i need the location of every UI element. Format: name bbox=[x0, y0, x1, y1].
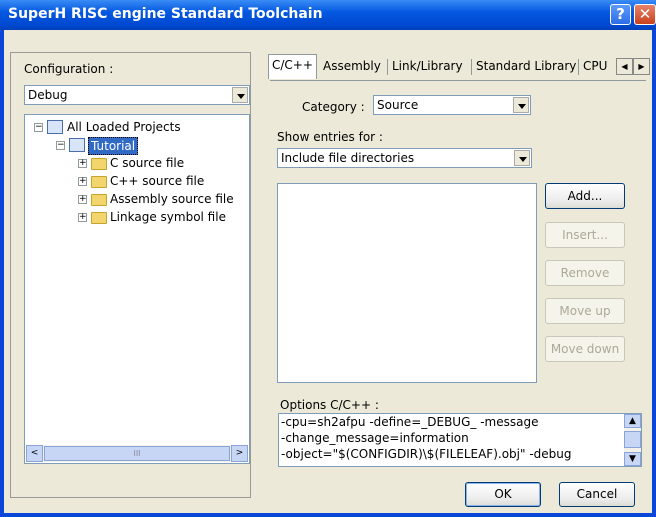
tree-item-cpp-source[interactable]: C++ source file bbox=[110, 173, 204, 189]
expand-icon[interactable]: + bbox=[78, 195, 87, 204]
scroll-up-icon[interactable]: ▲ bbox=[624, 414, 641, 428]
project-tree[interactable]: − All Loaded Projects − Tutorial + C sou… bbox=[24, 114, 250, 464]
tab-separator bbox=[578, 59, 579, 75]
tab-assembly[interactable]: Assembly bbox=[320, 56, 384, 78]
options-textarea[interactable]: -cpu=sh2afpu -define=_DEBUG_ -message -c… bbox=[278, 413, 642, 467]
tab-next-icon[interactable]: ▶ bbox=[633, 58, 650, 75]
scroll-right-button[interactable]: > bbox=[231, 445, 248, 462]
dialog-window: SuperH RISC engine Standard Toolchain ? … bbox=[0, 0, 656, 517]
help-button[interactable]: ? bbox=[610, 4, 631, 25]
options-label: Options C/C++ : bbox=[280, 398, 379, 412]
tree-item-linkage-symbol[interactable]: Linkage symbol file bbox=[110, 209, 226, 225]
tab-standard-library[interactable]: Standard Library bbox=[473, 56, 579, 78]
tree-item-all-projects[interactable]: All Loaded Projects bbox=[67, 119, 181, 135]
tab-separator bbox=[387, 59, 388, 75]
tree-item-c-source[interactable]: C source file bbox=[110, 155, 184, 171]
move-up-button[interactable]: Move up bbox=[545, 298, 625, 324]
category-select[interactable]: Source bbox=[373, 95, 531, 115]
close-button[interactable]: ✕ bbox=[634, 4, 656, 25]
options-line: -object="$(CONFIGDIR)\$(FILELEAF).obj" -… bbox=[281, 447, 572, 461]
ok-button[interactable]: OK bbox=[465, 482, 541, 507]
collapse-icon[interactable]: − bbox=[34, 123, 43, 132]
add-button[interactable]: Add... bbox=[545, 183, 625, 209]
configuration-label: Configuration : bbox=[24, 62, 114, 76]
show-entries-value: Include file directories bbox=[281, 151, 415, 165]
show-entries-label: Show entries for : bbox=[277, 130, 383, 144]
configuration-select[interactable]: Debug bbox=[24, 85, 250, 105]
chevron-down-icon[interactable] bbox=[513, 97, 529, 113]
folder-icon bbox=[91, 194, 107, 206]
category-label: Category : bbox=[302, 100, 365, 114]
expand-icon[interactable]: + bbox=[78, 177, 87, 186]
vertical-scrollbar[interactable]: ▲ ▼ bbox=[624, 414, 641, 466]
scroll-down-icon[interactable]: ▼ bbox=[624, 452, 641, 466]
show-entries-select[interactable]: Include file directories bbox=[277, 148, 532, 168]
move-down-button[interactable]: Move down bbox=[545, 336, 625, 362]
tree-item-tutorial[interactable]: Tutorial bbox=[88, 137, 139, 155]
projects-icon bbox=[47, 120, 63, 134]
folder-icon bbox=[91, 176, 107, 188]
horizontal-scrollbar[interactable]: < III > bbox=[26, 445, 248, 462]
folder-icon bbox=[91, 158, 107, 170]
title-bar[interactable]: SuperH RISC engine Standard Toolchain ? … bbox=[0, 0, 656, 30]
tab-link-library[interactable]: Link/Library bbox=[389, 56, 466, 78]
tab-c-cpp[interactable]: C/C++ bbox=[268, 54, 317, 79]
tree-item-assembly-source[interactable]: Assembly source file bbox=[110, 191, 234, 207]
options-line: -change_message=information bbox=[281, 431, 469, 445]
folder-icon bbox=[91, 212, 107, 224]
expand-icon[interactable]: + bbox=[78, 159, 87, 168]
tab-prev-icon[interactable]: ◀ bbox=[616, 58, 633, 75]
configuration-value: Debug bbox=[28, 88, 68, 102]
chevron-down-icon[interactable] bbox=[514, 150, 530, 166]
scroll-thumb[interactable]: III bbox=[44, 446, 230, 461]
cancel-button[interactable]: Cancel bbox=[559, 482, 635, 507]
tab-cpu[interactable]: CPU bbox=[580, 56, 610, 78]
insert-button[interactable]: Insert... bbox=[545, 222, 625, 248]
options-line: -cpu=sh2afpu -define=_DEBUG_ -message bbox=[281, 415, 539, 429]
entries-list[interactable] bbox=[277, 183, 537, 383]
dialog-client-area: Configuration : Debug − All Loaded Proje… bbox=[4, 30, 652, 513]
remove-button[interactable]: Remove bbox=[545, 260, 625, 286]
tab-separator bbox=[471, 59, 472, 75]
window-title: SuperH RISC engine Standard Toolchain bbox=[8, 6, 323, 22]
expand-icon[interactable]: + bbox=[78, 213, 87, 222]
scroll-thumb[interactable] bbox=[624, 431, 641, 448]
project-icon bbox=[69, 138, 85, 152]
chevron-down-icon[interactable] bbox=[232, 87, 248, 103]
collapse-icon[interactable]: − bbox=[56, 141, 65, 150]
scroll-left-button[interactable]: < bbox=[26, 445, 43, 462]
category-value: Source bbox=[377, 98, 419, 112]
